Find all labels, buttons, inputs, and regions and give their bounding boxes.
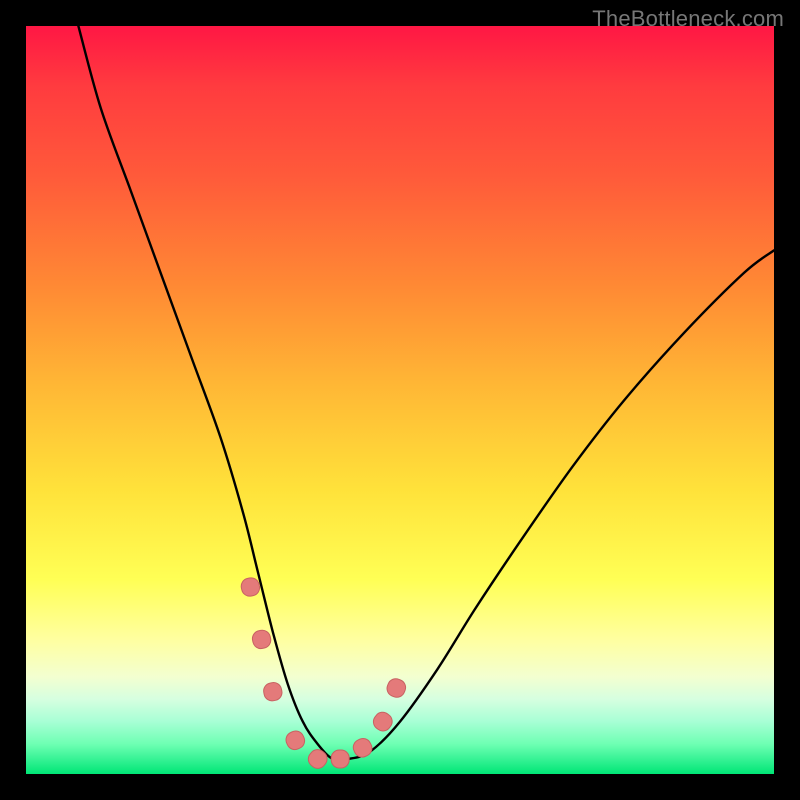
curve-marker xyxy=(331,750,349,768)
curve-marker xyxy=(370,709,395,734)
watermark-text: TheBottleneck.com xyxy=(592,6,784,32)
bottleneck-curve-path xyxy=(78,26,774,760)
curve-marker xyxy=(385,676,408,699)
curve-marker xyxy=(305,746,330,771)
gradient-plot-area xyxy=(26,26,774,774)
curve-marker xyxy=(240,576,261,597)
curve-marker xyxy=(351,736,375,760)
chart-svg xyxy=(26,26,774,774)
curve-marker xyxy=(251,629,272,650)
curve-marker xyxy=(262,681,283,702)
curve-marker xyxy=(283,728,307,752)
curve-markers-group xyxy=(240,576,408,771)
